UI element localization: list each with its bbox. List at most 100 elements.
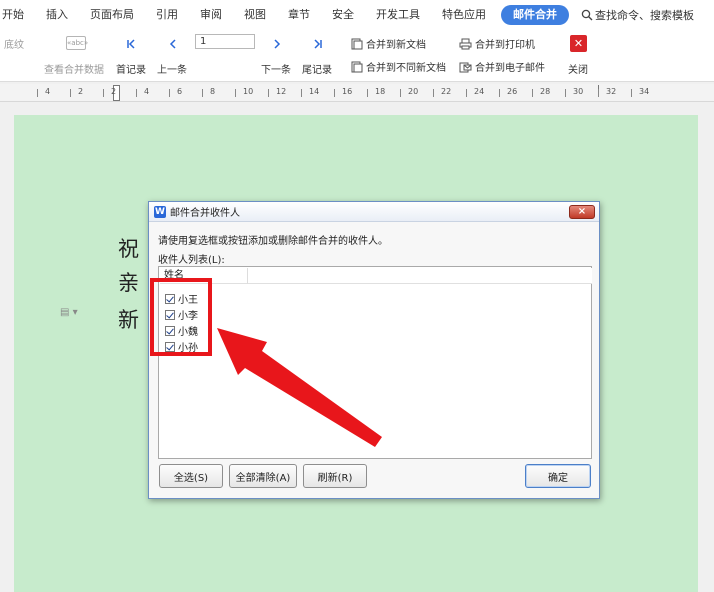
- ruler-tick: [202, 89, 203, 97]
- ruler-tick: [301, 89, 302, 97]
- tab-developer[interactable]: 开发工具: [365, 0, 431, 30]
- ruler-number: 24: [474, 87, 485, 96]
- dialog-titlebar[interactable]: W 邮件合并收件人: [149, 202, 599, 222]
- horizontal-ruler[interactable]: 4 2 2 4 6 8 10 12 14 16 18 20 22 24 26 28 30 32 34: [0, 84, 714, 102]
- recipient-list-label: 收件人列表(L):: [158, 255, 225, 266]
- search-icon: [581, 9, 593, 21]
- ruler-number: 4: [45, 87, 51, 96]
- tab-mail-merge[interactable]: 邮件合并: [501, 5, 569, 25]
- ruler-number: 2: [111, 87, 117, 96]
- ruler-number: 14: [309, 87, 320, 96]
- merge-to-separate-docs-button[interactable]: 合并到不同新文档: [351, 59, 446, 74]
- tab-review[interactable]: 审阅: [189, 0, 233, 30]
- merge-to-printer-label: 合并到打印机: [475, 40, 535, 51]
- email-icon: [459, 62, 472, 72]
- view-merged-data-button[interactable]: 查看合并数据: [44, 61, 104, 76]
- merge-fields-icon: «abc»: [66, 36, 89, 50]
- ruler-tick: [532, 89, 533, 97]
- documents-icon: [351, 61, 363, 72]
- tab-references[interactable]: 引用: [145, 0, 189, 30]
- ruler-tick: [433, 89, 434, 97]
- ruler-number: 4: [144, 87, 150, 96]
- record-number-input[interactable]: 1: [195, 34, 255, 49]
- ruler-number: 6: [177, 87, 183, 96]
- ruler-number: 32: [606, 87, 617, 96]
- ruler-tick: [400, 89, 401, 97]
- ok-button[interactable]: 确定: [525, 464, 591, 488]
- next-icon: [274, 39, 281, 49]
- ruler-tick: [169, 89, 170, 97]
- ruler-number: 12: [276, 87, 287, 96]
- search-label: 查找命令、搜索模板: [595, 9, 694, 22]
- previous-icon: [169, 39, 176, 49]
- ruler-tick: [70, 89, 71, 97]
- ruler-tick: [367, 89, 368, 97]
- ruler-number: 20: [408, 87, 419, 96]
- document-line-3[interactable]: 新: [118, 304, 139, 334]
- merge-to-new-doc-label: 合并到新文档: [366, 40, 426, 51]
- tab-security[interactable]: 安全: [321, 0, 365, 30]
- recipient-list[interactable]: 姓名 小王 小李 小魏 小孙: [158, 266, 592, 459]
- command-search[interactable]: 查找命令、搜索模板: [581, 7, 694, 23]
- last-record-icon: [314, 39, 322, 49]
- document-line-2[interactable]: 亲: [118, 267, 139, 297]
- ruler-number: 30: [573, 87, 584, 96]
- ruler-tick: [103, 89, 104, 97]
- ruler-tick: [235, 89, 236, 97]
- close-merge-icon[interactable]: ✕: [570, 35, 587, 52]
- tab-special-apps[interactable]: 特色应用: [431, 0, 497, 30]
- ruler-tick: [334, 89, 335, 97]
- mail-merge-recipients-dialog: W 邮件合并收件人 × 请使用复选框或按钮添加或删除邮件合并的收件人。 收件人列…: [148, 201, 600, 499]
- merge-to-new-doc-button[interactable]: 合并到新文档: [351, 36, 426, 51]
- ruler-tick: [499, 89, 500, 97]
- document-icon: [351, 38, 363, 49]
- merge-to-separate-docs-label: 合并到不同新文档: [366, 63, 446, 74]
- dialog-hint: 请使用复选框或按钮添加或删除邮件合并的收件人。: [158, 236, 388, 247]
- ruler-tick: [136, 89, 137, 97]
- close-merge-button[interactable]: 关闭: [568, 61, 588, 76]
- merge-to-printer-button[interactable]: 合并到打印机: [459, 36, 535, 51]
- first-record-icon: [127, 39, 135, 49]
- wps-logo-icon: W: [154, 205, 166, 218]
- tab-start[interactable]: 开始: [0, 0, 35, 30]
- ruler-number: 34: [639, 87, 650, 96]
- tab-view[interactable]: 视图: [233, 0, 277, 30]
- annotation-highlight-box: [150, 278, 212, 356]
- ruler-number: 2: [78, 87, 84, 96]
- refresh-button[interactable]: 刷新(R): [303, 464, 367, 488]
- ruler-tick: [631, 89, 632, 97]
- clear-all-button[interactable]: 全部清除(A): [229, 464, 297, 488]
- next-record-button[interactable]: 下一条: [261, 61, 291, 76]
- tab-chapter[interactable]: 章节: [277, 0, 321, 30]
- ruler-number: 10: [243, 87, 254, 96]
- ruler-tick: [598, 89, 599, 97]
- list-header: 姓名: [160, 268, 592, 284]
- ruler-number: 22: [441, 87, 452, 96]
- ruler-tick: [565, 89, 566, 97]
- tab-page-layout[interactable]: 页面布局: [79, 0, 145, 30]
- last-record-button[interactable]: 尾记录: [302, 61, 332, 76]
- first-record-button[interactable]: 首记录: [116, 61, 146, 76]
- ruler-tick: [37, 89, 38, 97]
- ribbon-toolbar: 底纹 «abc» 查看合并数据 首记录 上一条 1 下一条 尾记录 合并到新文档…: [0, 30, 714, 82]
- ruler-number: 16: [342, 87, 353, 96]
- tab-insert[interactable]: 插入: [35, 0, 79, 30]
- merge-to-email-label: 合并到电子邮件: [475, 63, 545, 74]
- menu-bar: 开始 插入 页面布局 引用 审阅 视图 章节 安全 开发工具 特色应用 邮件合并…: [0, 0, 714, 30]
- select-all-button[interactable]: 全选(S): [159, 464, 223, 488]
- dialog-title: 邮件合并收件人: [170, 208, 240, 219]
- ruler-tick: [268, 89, 269, 97]
- merge-to-email-button[interactable]: 合并到电子邮件: [459, 59, 545, 74]
- ruler-tick: [466, 89, 467, 97]
- ruler-number: 28: [540, 87, 551, 96]
- printer-icon: [459, 38, 472, 49]
- highlight-label[interactable]: 底纹: [4, 36, 24, 51]
- dialog-close-button[interactable]: ×: [569, 205, 595, 219]
- ruler-number: 26: [507, 87, 518, 96]
- paragraph-handle-icon[interactable]: ▤ ▾: [60, 307, 78, 318]
- previous-record-button[interactable]: 上一条: [157, 61, 187, 76]
- ruler-number: 18: [375, 87, 386, 96]
- document-line-1[interactable]: 祝: [118, 233, 139, 263]
- merge-fields-label: «abc»: [67, 39, 89, 47]
- ruler-number: 8: [210, 87, 216, 96]
